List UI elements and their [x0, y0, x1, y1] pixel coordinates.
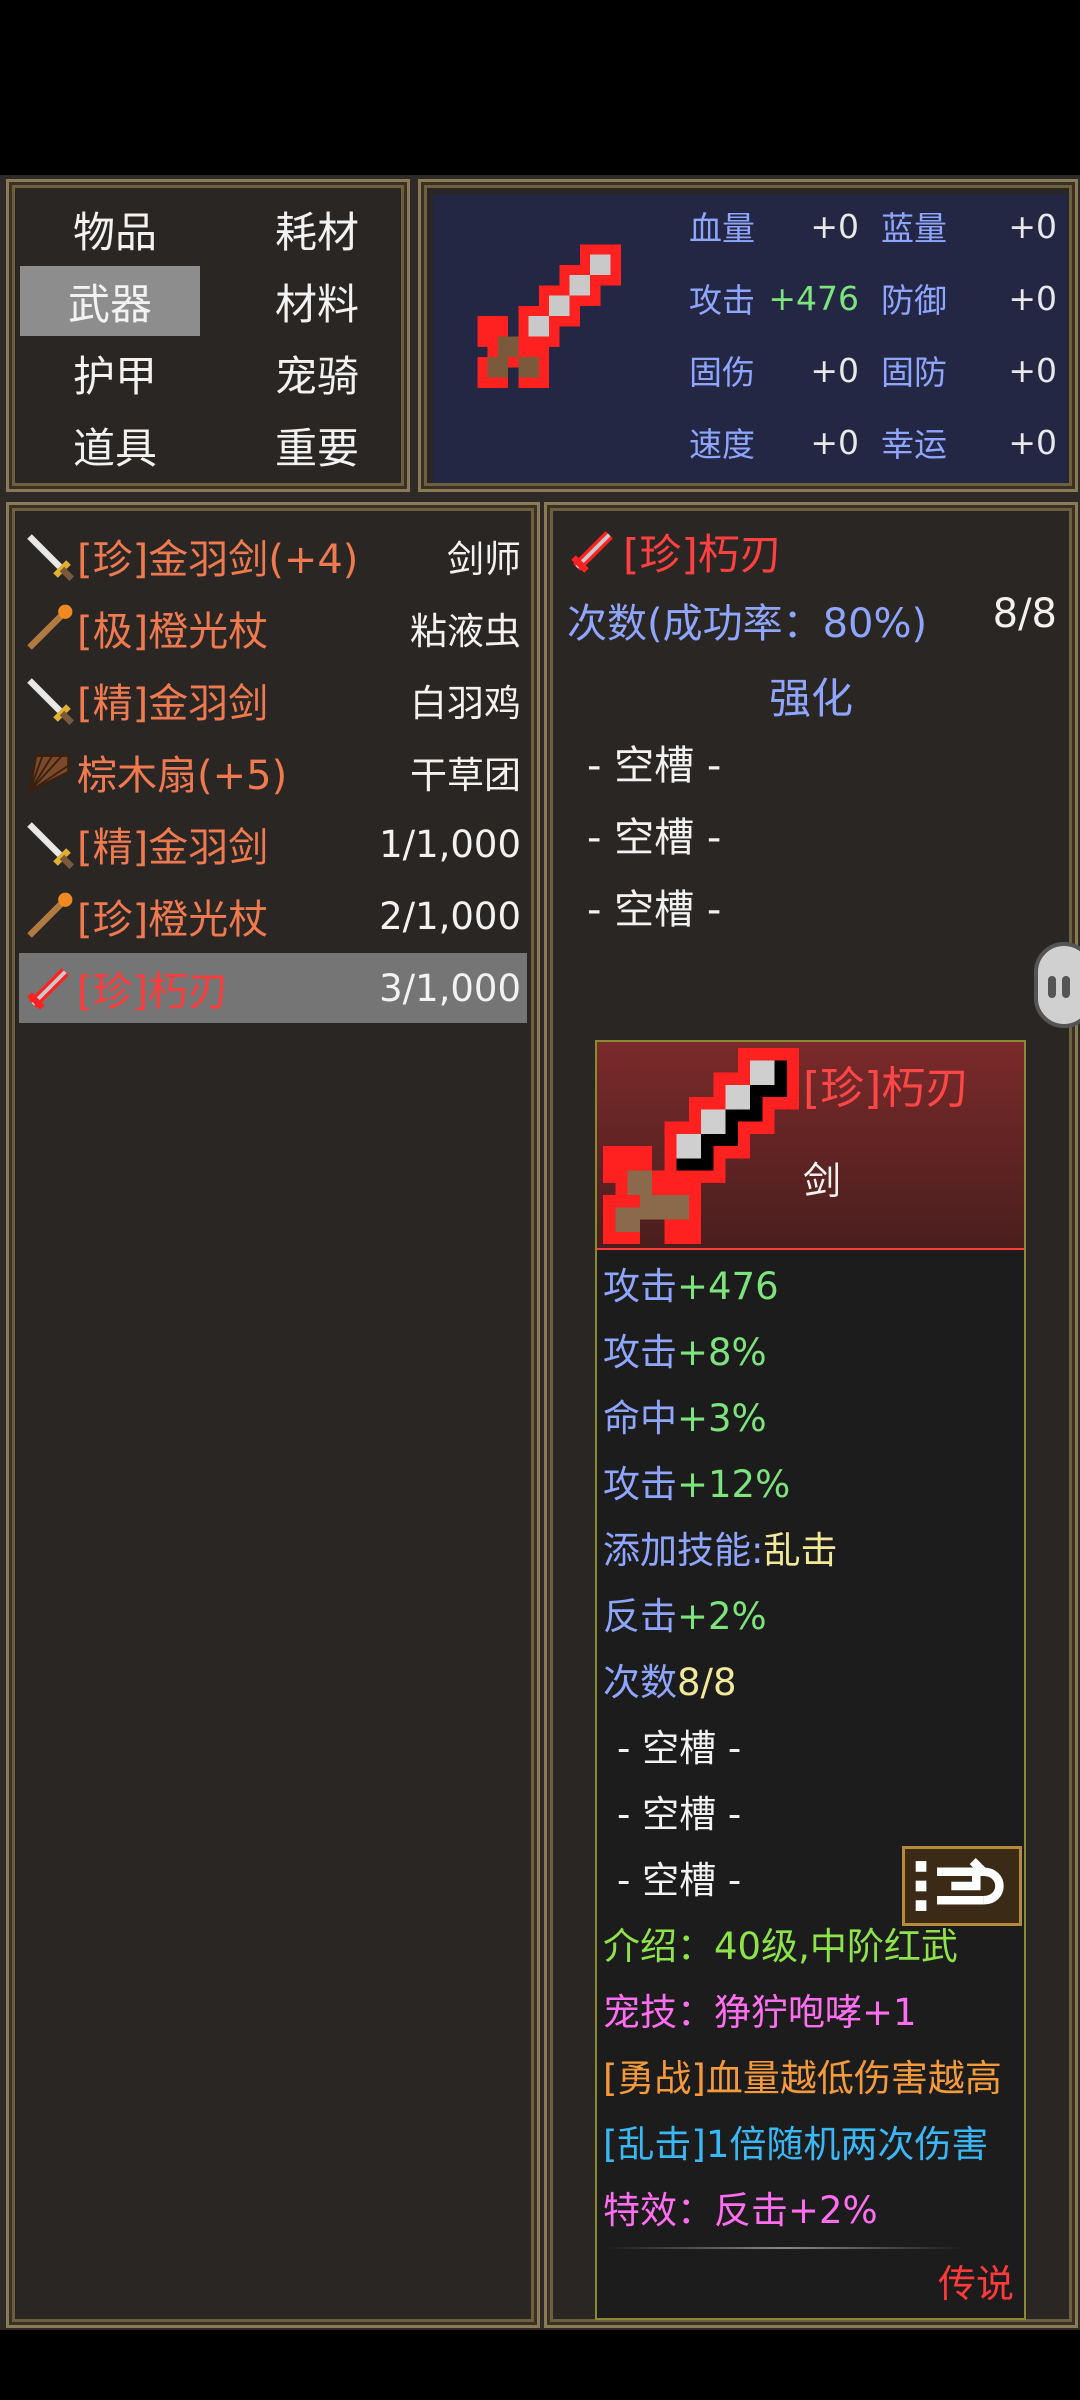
- stat-mp: 蓝量 +0: [881, 196, 1057, 256]
- stat-fixed-damage-value: +0: [810, 350, 859, 390]
- tooltip-added-skill: 添加技能:乱击: [603, 1529, 838, 1572]
- tooltip-counter: 反击+2%: [603, 1595, 767, 1638]
- stat-defense-value: +0: [1008, 278, 1057, 318]
- stat-defense: 防御 +0: [881, 268, 1057, 328]
- gem-slot-3[interactable]: - 空槽 -: [587, 877, 721, 935]
- tooltip-item-type: 剑: [803, 1159, 842, 1203]
- red-sword-icon: [571, 531, 613, 573]
- stat-attack: 攻击 +476: [689, 268, 859, 328]
- staff-icon: [27, 892, 73, 938]
- tooltip-rarity: 传说: [937, 2262, 1014, 2306]
- fan-icon: [27, 754, 70, 794]
- stats-inner: 血量 +0 蓝量 +0 攻击 +476 防御 +0 固伤 +0 固防 +0 速度…: [433, 194, 1067, 483]
- stat-speed-value: +0: [810, 422, 859, 462]
- stat-luck-label: 幸运: [881, 425, 947, 464]
- list-item[interactable]: [精]金羽剑 1/1,000: [19, 809, 527, 879]
- stat-hp-value: +0: [810, 206, 859, 246]
- tooltip-slot-1: - 空槽 -: [617, 1727, 742, 1770]
- item-name: [珍]橙光杖: [77, 897, 269, 943]
- gem-slot-2[interactable]: - 空槽 -: [587, 805, 721, 863]
- side-handle[interactable]: [1034, 942, 1080, 1028]
- enhance-count-label: 次数(成功率：80%): [567, 601, 928, 647]
- category-panel: 物品 耗材 武器 材料 护甲 宠骑 道具 重要: [6, 179, 410, 492]
- stat-attack-value: +476: [768, 278, 859, 318]
- item-owner: 粘液虫: [410, 610, 521, 653]
- category-items[interactable]: 物品: [25, 194, 205, 264]
- enhance-button[interactable]: 强化: [547, 665, 1075, 726]
- stat-speed-label: 速度: [689, 425, 755, 464]
- tooltip-attack-percent-2: 攻击+12%: [603, 1463, 791, 1506]
- item-name: [精]金羽剑: [77, 825, 269, 871]
- red-sword-icon: [603, 1048, 799, 1244]
- item-owner: 2/1,000: [379, 894, 521, 938]
- stat-hp-label: 血量: [689, 209, 755, 248]
- stat-fixed-damage-label: 固伤: [689, 353, 755, 392]
- item-owner: 1/1,000: [379, 822, 521, 866]
- list-item[interactable]: [精]金羽剑 白羽鸡: [19, 665, 527, 735]
- item-list-panel[interactable]: [珍]金羽剑(+4) 剑师 [极]橙光杖 粘液虫 [精]金羽剑 白羽鸡 棕木扇(…: [6, 502, 540, 2328]
- category-pets-mounts[interactable]: 宠骑: [227, 338, 407, 408]
- item-name: [极]橙光杖: [77, 609, 269, 655]
- stat-fixed-defense-label: 固防: [881, 353, 947, 392]
- category-tools[interactable]: 道具: [25, 410, 205, 480]
- stat-hp: 血量 +0: [689, 196, 859, 256]
- tooltip-slot-2: - 空槽 -: [617, 1793, 742, 1836]
- category-weapons[interactable]: 武器: [20, 266, 200, 336]
- tooltip-attack-percent: 攻击+8%: [603, 1331, 767, 1374]
- item-owner: 3/1,000: [379, 966, 521, 1010]
- tooltip-chaos: [乱击]1倍随机两次伤害: [603, 2123, 989, 2166]
- tooltip-count: 次数8/8: [603, 1661, 737, 1704]
- stat-fixed-defense-value: +0: [1008, 350, 1057, 390]
- enhance-count-value: 8/8: [992, 591, 1057, 637]
- stat-fixed-damage: 固伤 +0: [689, 340, 859, 400]
- sword-icon: [27, 534, 75, 582]
- category-armor[interactable]: 护甲: [25, 338, 205, 408]
- tooltip-brave: [勇战]血量越低伤害越高: [603, 2057, 1002, 2100]
- stat-mp-label: 蓝量: [881, 209, 947, 248]
- red-sword-icon: [477, 244, 621, 388]
- tooltip-item-name: [珍]朽刃: [803, 1063, 970, 1114]
- swap-button[interactable]: [902, 1846, 1022, 1926]
- stat-attack-label: 攻击: [689, 281, 755, 320]
- category-consumables[interactable]: 耗材: [227, 194, 407, 264]
- tooltip-hit: 命中+3%: [603, 1397, 767, 1440]
- stats-panel: 血量 +0 蓝量 +0 攻击 +476 防御 +0 固伤 +0 固防 +0 速度…: [418, 179, 1078, 492]
- item-name: [珍]金羽剑(+4): [77, 537, 359, 583]
- item-tooltip: [珍]朽刃 剑 攻击+476 攻击+8% 命中+3% 攻击+12% 添加技能:乱…: [595, 1040, 1026, 2320]
- stat-luck-value: +0: [1008, 422, 1057, 462]
- list-item[interactable]: [极]橙光杖 粘液虫: [19, 593, 527, 663]
- sword-icon: [27, 822, 75, 870]
- item-name: 棕木扇(+5): [77, 753, 288, 799]
- stat-speed: 速度 +0: [689, 412, 859, 472]
- tooltip-effect: 特效：反击+2%: [603, 2189, 878, 2232]
- gem-slot-1[interactable]: - 空槽 -: [587, 733, 721, 791]
- item-owner: 剑师: [447, 538, 521, 581]
- category-important[interactable]: 重要: [227, 410, 407, 480]
- tooltip-header: [珍]朽刃 剑: [597, 1042, 1024, 1250]
- stat-defense-label: 防御: [881, 281, 947, 320]
- stat-luck: 幸运 +0: [881, 412, 1057, 472]
- list-item-selected[interactable]: [珍]朽刃 3/1,000: [19, 953, 527, 1023]
- list-item[interactable]: [珍]橙光杖 2/1,000: [19, 881, 527, 951]
- list-item[interactable]: [珍]金羽剑(+4) 剑师: [19, 521, 527, 591]
- stat-fixed-defense: 固防 +0: [881, 340, 1057, 400]
- list-item[interactable]: 棕木扇(+5) 干草团: [19, 737, 527, 807]
- tooltip-slot-3: - 空槽 -: [617, 1859, 742, 1902]
- item-name: [精]金羽剑: [77, 681, 269, 727]
- sword-icon: [27, 678, 75, 726]
- swap-icon: [915, 1858, 1004, 1911]
- item-name: [珍]朽刃: [77, 969, 229, 1015]
- stat-mp-value: +0: [1008, 206, 1057, 246]
- staff-icon: [27, 604, 73, 650]
- tooltip-attack: 攻击+476: [603, 1265, 779, 1308]
- item-owner: 干草团: [410, 754, 521, 797]
- category-materials[interactable]: 材料: [227, 266, 407, 336]
- detail-title-text: [珍]朽刃: [623, 529, 782, 579]
- red-sword-icon: [27, 968, 69, 1010]
- item-owner: 白羽鸡: [410, 682, 521, 725]
- detail-title: [珍]朽刃: [567, 519, 782, 583]
- tooltip-divider: [607, 2247, 964, 2249]
- tooltip-pet-skill: 宠技：狰狞咆哮+1: [603, 1991, 917, 2034]
